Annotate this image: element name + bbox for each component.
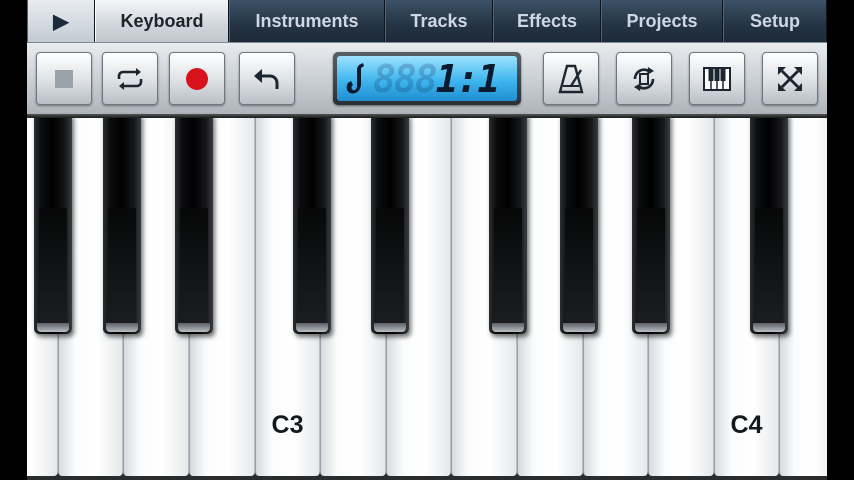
tab-keyboard[interactable]: Keyboard (95, 0, 229, 42)
stop-icon (55, 69, 73, 88)
black-key[interactable] (560, 114, 598, 334)
record-icon (186, 67, 208, 90)
loop-icon (117, 67, 143, 90)
metronome-icon (558, 64, 584, 93)
tab-effects[interactable]: Effects (493, 0, 601, 42)
keyboard-top-rail (27, 114, 827, 118)
tab-label: Setup (749, 10, 800, 31)
tab-label: Tracks (410, 10, 468, 31)
fullscreen-button[interactable] (762, 52, 818, 105)
tab-label: Projects (626, 10, 698, 31)
fullscreen-icon (778, 66, 802, 91)
position-readout: 8881:1 (373, 56, 501, 101)
piano-keyboard: C3 C4 (27, 114, 827, 480)
piano-view-button[interactable] (689, 52, 745, 105)
black-key[interactable] (175, 114, 213, 334)
piano-icon (703, 66, 731, 91)
black-key[interactable] (632, 114, 670, 334)
black-key[interactable] (750, 114, 788, 334)
black-key[interactable] (293, 114, 331, 334)
bar-beat: 1:1 (435, 56, 501, 101)
position-display: 8881:1 (333, 52, 521, 105)
saxophone-icon (346, 62, 364, 94)
stop-button[interactable] (36, 52, 92, 105)
ghost-digits: 888 (373, 56, 438, 101)
metronome-button[interactable] (543, 52, 599, 105)
tab-instruments[interactable]: Instruments (229, 0, 385, 42)
tab-projects[interactable]: Projects (601, 0, 723, 42)
tab-label: Instruments (255, 10, 359, 31)
black-key[interactable] (371, 114, 409, 334)
rotate-button[interactable] (616, 52, 672, 105)
undo-button[interactable] (239, 52, 295, 105)
tab-tracks[interactable]: Tracks (385, 0, 493, 42)
app-window: ▶ Keyboard Instruments Tracks Effects Pr… (27, 0, 827, 480)
loop-button[interactable] (102, 52, 158, 105)
undo-icon (254, 68, 279, 89)
tab-label: Effects (516, 10, 578, 31)
tab-setup[interactable]: Setup (723, 0, 827, 42)
key-label: C4 (730, 411, 763, 439)
black-key[interactable] (103, 114, 141, 334)
record-button[interactable] (169, 52, 225, 105)
black-key[interactable] (34, 114, 72, 334)
key-label: C3 (271, 411, 304, 439)
tab-bar: ▶ Keyboard Instruments Tracks Effects Pr… (27, 0, 827, 42)
play-icon: ▶ (53, 10, 69, 33)
black-key[interactable] (489, 114, 527, 334)
rotate-icon (633, 66, 655, 91)
tab-label: Keyboard (120, 10, 204, 31)
play-tab[interactable]: ▶ (27, 0, 95, 42)
transport-toolbar: 8881:1 (27, 42, 827, 114)
